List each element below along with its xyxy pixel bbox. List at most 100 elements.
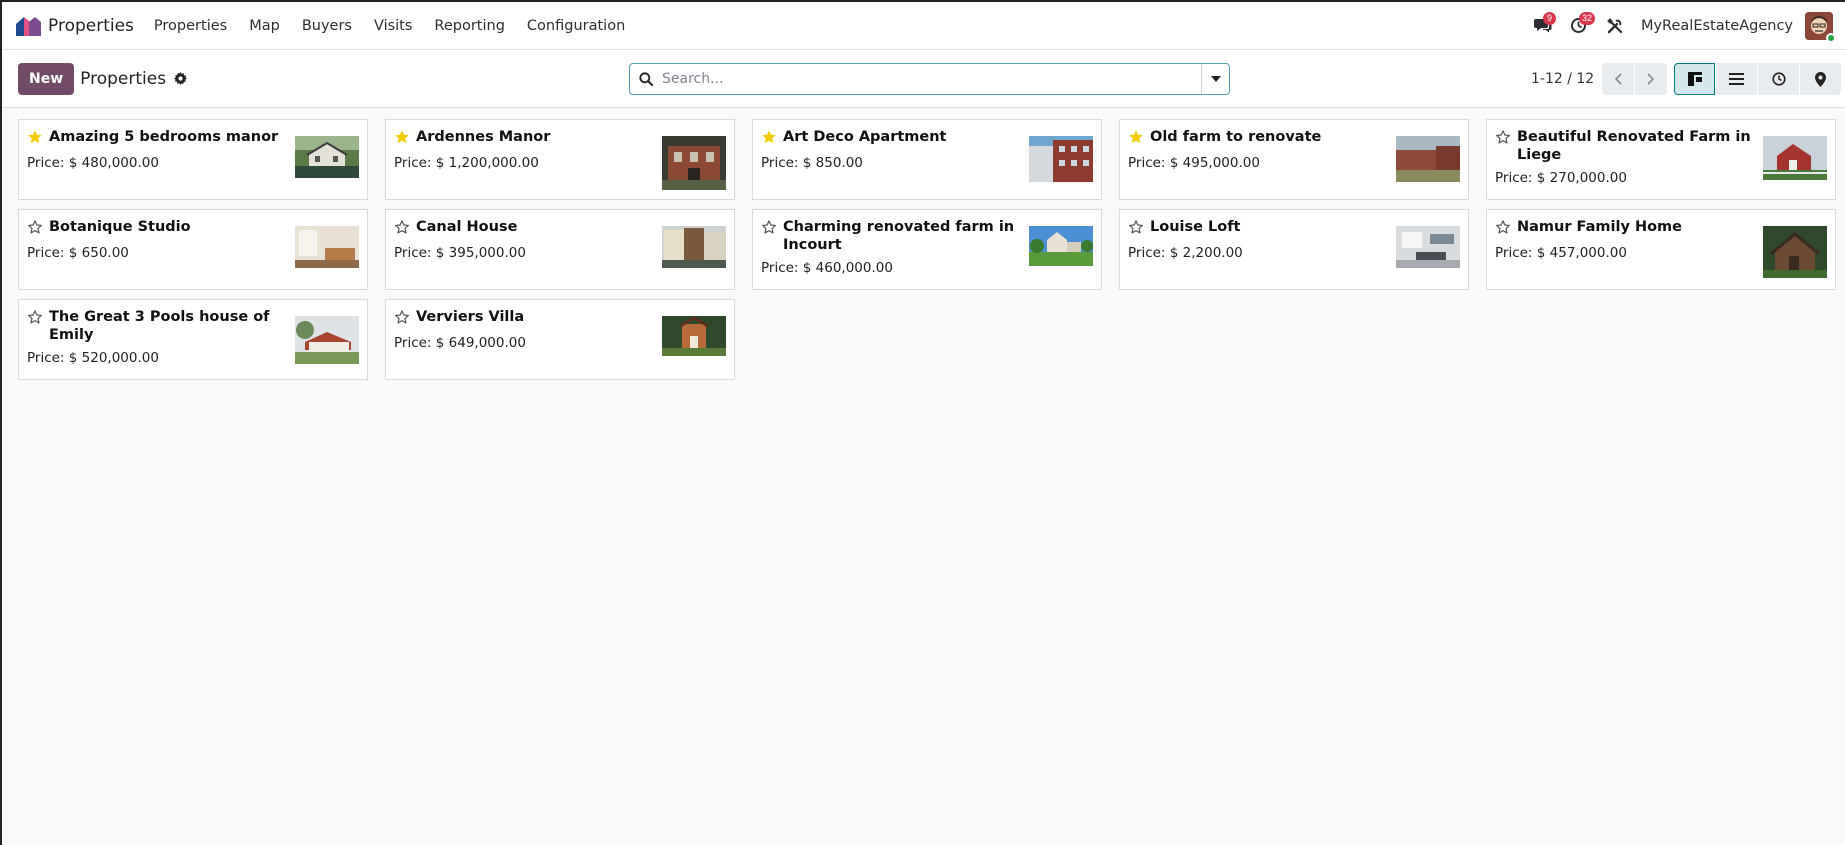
tools-icon xyxy=(1607,17,1623,33)
home-icon[interactable] xyxy=(14,12,42,40)
systray: 9 32 MyRealEstateAgency xyxy=(1525,8,1836,44)
star-outline-icon[interactable] xyxy=(1495,219,1513,239)
messages-badge: 9 xyxy=(1542,11,1556,25)
property-name: Verviers Villa xyxy=(416,309,525,325)
menu-visits[interactable]: Visits xyxy=(374,18,412,34)
star-outline-icon[interactable] xyxy=(27,309,45,329)
property-name: Charming renovated farm in Incourt xyxy=(783,219,1015,253)
pager-next-button[interactable] xyxy=(1635,63,1668,95)
property-name: Canal House xyxy=(416,219,518,235)
card-header: Charming renovated farm in Incourt xyxy=(761,218,1023,254)
menu-properties[interactable]: Properties xyxy=(154,18,227,34)
card-header: The Great 3 Pools house of Emily xyxy=(27,308,289,344)
card-header: Verviers Villa xyxy=(394,308,656,329)
star-outline-icon[interactable] xyxy=(27,219,45,239)
kanban-grid: Amazing 5 bedrooms manor Price: $ 480,00… xyxy=(18,119,1836,380)
menu-map[interactable]: Map xyxy=(249,18,280,34)
search-icon xyxy=(630,64,662,94)
star-outline-icon[interactable] xyxy=(394,309,412,329)
main-navbar: Properties Properties Map Buyers Visits … xyxy=(2,2,1845,50)
star-outline-icon[interactable] xyxy=(761,219,779,239)
app-name[interactable]: Properties xyxy=(48,16,134,36)
menu-buyers[interactable]: Buyers xyxy=(302,18,352,34)
star-filled-icon[interactable] xyxy=(761,129,779,149)
card-header: Old farm to renovate xyxy=(1128,128,1390,149)
card-header: Botanique Studio xyxy=(27,218,289,239)
new-button[interactable]: New xyxy=(18,62,75,95)
property-photo xyxy=(1763,136,1827,180)
property-photo xyxy=(1029,136,1093,182)
property-name: Amazing 5 bedrooms manor xyxy=(49,129,279,145)
property-photo xyxy=(662,316,726,356)
property-card[interactable]: Louise Loft Price: $ 2,200.00 xyxy=(1119,209,1469,290)
property-name: Namur Family Home xyxy=(1517,219,1682,235)
property-card[interactable]: Canal House Price: $ 395,000.00 xyxy=(385,209,735,290)
property-card[interactable]: Charming renovated farm in Incourt Price… xyxy=(752,209,1102,290)
property-name: Ardennes Manor xyxy=(416,129,551,145)
map-marker-icon xyxy=(1815,71,1826,87)
property-name: Beautiful Renovated Farm in Liege xyxy=(1517,129,1751,163)
company-switcher[interactable]: MyRealEstateAgency xyxy=(1641,18,1793,34)
search-bar xyxy=(629,63,1230,95)
activities-button[interactable]: 32 xyxy=(1561,8,1597,44)
kanban-view-button[interactable] xyxy=(1674,63,1715,95)
property-photo xyxy=(662,226,726,268)
star-outline-icon[interactable] xyxy=(394,219,412,239)
activity-view-button[interactable] xyxy=(1758,63,1799,95)
property-name: Botanique Studio xyxy=(49,219,191,235)
list-view-button[interactable] xyxy=(1716,63,1757,95)
menu-reporting[interactable]: Reporting xyxy=(434,18,505,34)
page-title: Properties xyxy=(80,68,167,89)
gear-icon[interactable] xyxy=(174,72,188,86)
property-card[interactable]: Verviers Villa Price: $ 649,000.00 xyxy=(385,299,735,380)
star-filled-icon[interactable] xyxy=(27,129,45,149)
property-name: Old farm to renovate xyxy=(1150,129,1322,145)
star-outline-icon[interactable] xyxy=(1128,219,1146,239)
card-header: Amazing 5 bedrooms manor xyxy=(27,128,289,149)
property-card[interactable]: Art Deco Apartment Price: $ 850.00 xyxy=(752,119,1102,200)
property-photo xyxy=(1029,226,1093,266)
property-photo xyxy=(662,136,726,190)
property-card[interactable]: Ardennes Manor Price: $ 1,200,000.00 xyxy=(385,119,735,200)
star-filled-icon[interactable] xyxy=(1128,129,1146,149)
chevron-right-icon xyxy=(1647,73,1655,85)
card-header: Beautiful Renovated Farm in Liege xyxy=(1495,128,1757,164)
card-header: Art Deco Apartment xyxy=(761,128,1023,149)
menu-configuration[interactable]: Configuration xyxy=(527,18,625,34)
property-card[interactable]: The Great 3 Pools house of Emily Price: … xyxy=(18,299,368,380)
property-photo xyxy=(1763,226,1827,278)
clock-icon xyxy=(1771,72,1786,86)
property-card[interactable]: Amazing 5 bedrooms manor Price: $ 480,00… xyxy=(18,119,368,200)
property-card[interactable]: Botanique Studio Price: $ 650.00 xyxy=(18,209,368,290)
pager-previous-button[interactable] xyxy=(1602,63,1635,95)
chevron-left-icon xyxy=(1615,73,1622,85)
property-name: Louise Loft xyxy=(1150,219,1241,235)
property-photo xyxy=(295,226,359,268)
map-view-button[interactable] xyxy=(1800,63,1841,95)
search-options-toggle[interactable] xyxy=(1201,64,1229,94)
property-name: Art Deco Apartment xyxy=(783,129,947,145)
caret-down-icon xyxy=(1210,76,1221,82)
property-name: The Great 3 Pools house of Emily xyxy=(49,309,270,343)
star-outline-icon[interactable] xyxy=(1495,129,1513,149)
pager: 1-12 / 12 xyxy=(1531,63,1668,95)
property-photo xyxy=(295,136,359,178)
messages-button[interactable]: 9 xyxy=(1525,8,1561,44)
property-card[interactable]: Old farm to renovate Price: $ 495,000.00 xyxy=(1119,119,1469,200)
star-filled-icon[interactable] xyxy=(394,129,412,149)
online-status-dot xyxy=(1826,32,1836,43)
pager-value[interactable]: 1-12 / 12 xyxy=(1531,71,1594,87)
control-panel: New Properties 1-12 / 12 xyxy=(2,50,1845,108)
property-photo xyxy=(1396,136,1460,182)
view-switcher xyxy=(1674,63,1841,95)
property-card[interactable]: Namur Family Home Price: $ 457,000.00 xyxy=(1486,209,1836,290)
list-icon xyxy=(1729,73,1744,85)
card-header: Louise Loft xyxy=(1128,218,1390,239)
user-avatar[interactable] xyxy=(1805,11,1836,43)
card-header: Ardennes Manor xyxy=(394,128,656,149)
search-input[interactable] xyxy=(662,64,1201,94)
card-header: Namur Family Home xyxy=(1495,218,1757,239)
property-card[interactable]: Beautiful Renovated Farm in Liege Price:… xyxy=(1486,119,1836,200)
debug-tools-button[interactable] xyxy=(1597,8,1633,44)
property-photo xyxy=(295,316,359,364)
